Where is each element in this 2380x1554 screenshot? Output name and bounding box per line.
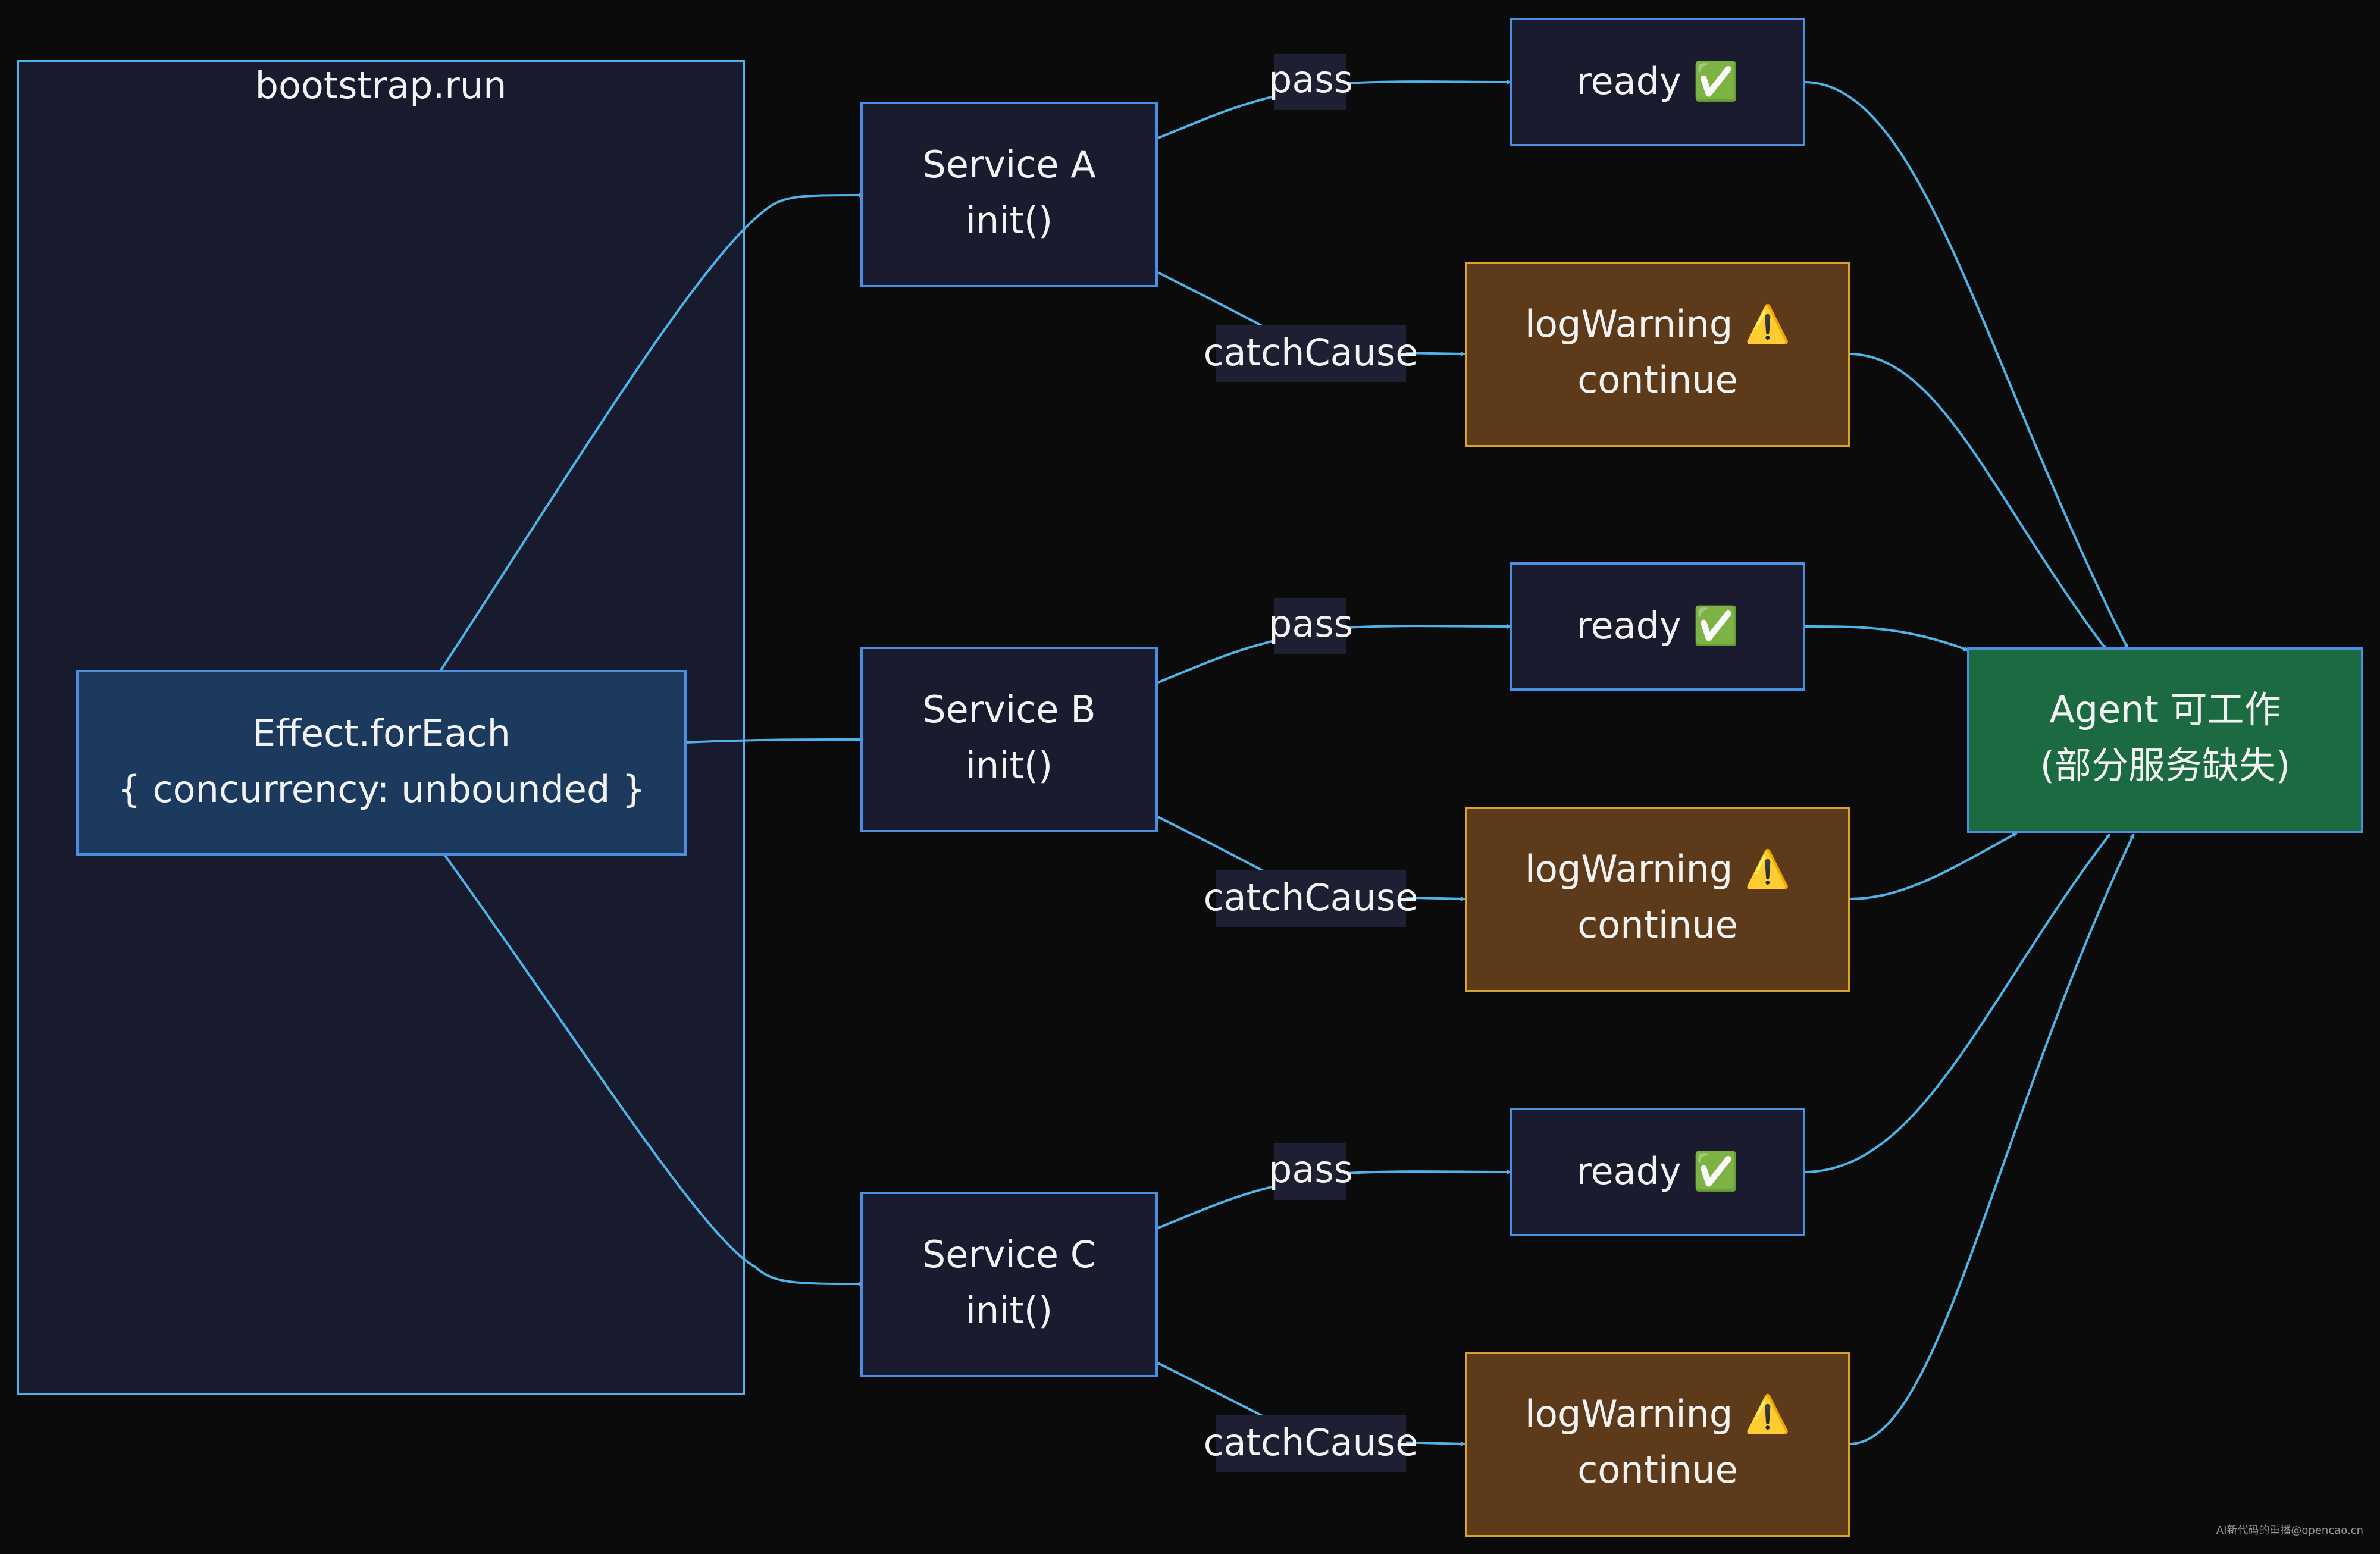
edge-label-catch-b: catchCause — [1204, 876, 1418, 919]
edge-label-pass-a: pass — [1269, 58, 1353, 101]
edge-warning-b-to-agent — [1849, 832, 2018, 900]
warning-node-c: logWarning ⚠️ continue — [1465, 1352, 1850, 1537]
watermark-text: AI新代码的重播@opencao.cn — [2216, 1524, 2363, 1537]
effect-node-line2: { concurrency: unbounded } — [117, 767, 645, 811]
ready-b-label: ready ✅ — [1576, 604, 1739, 647]
effect-foreach-node: Effect.forEach { concurrency: unbounded … — [76, 670, 687, 856]
service-c-line1: Service C — [922, 1233, 1096, 1276]
service-a-node: Service A init() — [860, 102, 1158, 287]
agent-node: Agent 可工作 (部分服务缺失) — [1967, 647, 2363, 833]
warning-a-line2: continue — [1577, 358, 1738, 402]
service-b-line1: Service B — [922, 688, 1095, 731]
edge-warning-c-to-agent — [1849, 834, 2135, 1445]
service-c-line2: init() — [966, 1289, 1053, 1332]
flowchart-diagram: bootstrap.run pass catchCause pass catch… — [17, 18, 2363, 1537]
effect-node-line1: Effect.forEach — [252, 712, 511, 755]
service-a-line2: init() — [966, 199, 1053, 242]
edge-label-pass-c: pass — [1269, 1148, 1353, 1191]
edge-label-catch-c: catchCause — [1204, 1421, 1418, 1464]
cluster-title: bootstrap.run — [255, 64, 507, 107]
ready-node-a: ready ✅ — [1510, 18, 1805, 146]
edge-label-catch-a: catchCause — [1204, 331, 1418, 374]
agent-line1: Agent 可工作 — [2049, 688, 2281, 731]
warning-node-b: logWarning ⚠️ continue — [1465, 807, 1850, 992]
ready-c-label: ready ✅ — [1576, 1149, 1739, 1193]
edge-ready-a-to-agent — [1803, 81, 2129, 649]
agent-line2: (部分服务缺失) — [2040, 744, 2290, 787]
edge-labels: pass catchCause pass catchCause pass cat… — [1204, 54, 1418, 1472]
edge-ready-b-to-agent — [1803, 625, 1969, 651]
service-c-node: Service C init() — [860, 1192, 1158, 1377]
warning-b-line1: logWarning ⚠️ — [1525, 847, 1790, 891]
service-b-node: Service B init() — [860, 647, 1158, 832]
warning-c-line1: logWarning ⚠️ — [1525, 1392, 1790, 1436]
edge-label-pass-b: pass — [1269, 602, 1353, 646]
ready-node-b: ready ✅ — [1510, 562, 1805, 691]
warning-c-line2: continue — [1577, 1448, 1738, 1492]
warning-a-line1: logWarning ⚠️ — [1525, 302, 1790, 346]
ready-a-label: ready ✅ — [1576, 59, 1739, 103]
service-a-line1: Service A — [922, 143, 1095, 186]
warning-b-line2: continue — [1577, 903, 1738, 947]
service-b-line2: init() — [966, 744, 1053, 787]
ready-node-c: ready ✅ — [1510, 1108, 1805, 1236]
edge-warning-a-to-agent — [1849, 353, 2107, 651]
warning-node-a: logWarning ⚠️ continue — [1465, 262, 1850, 447]
